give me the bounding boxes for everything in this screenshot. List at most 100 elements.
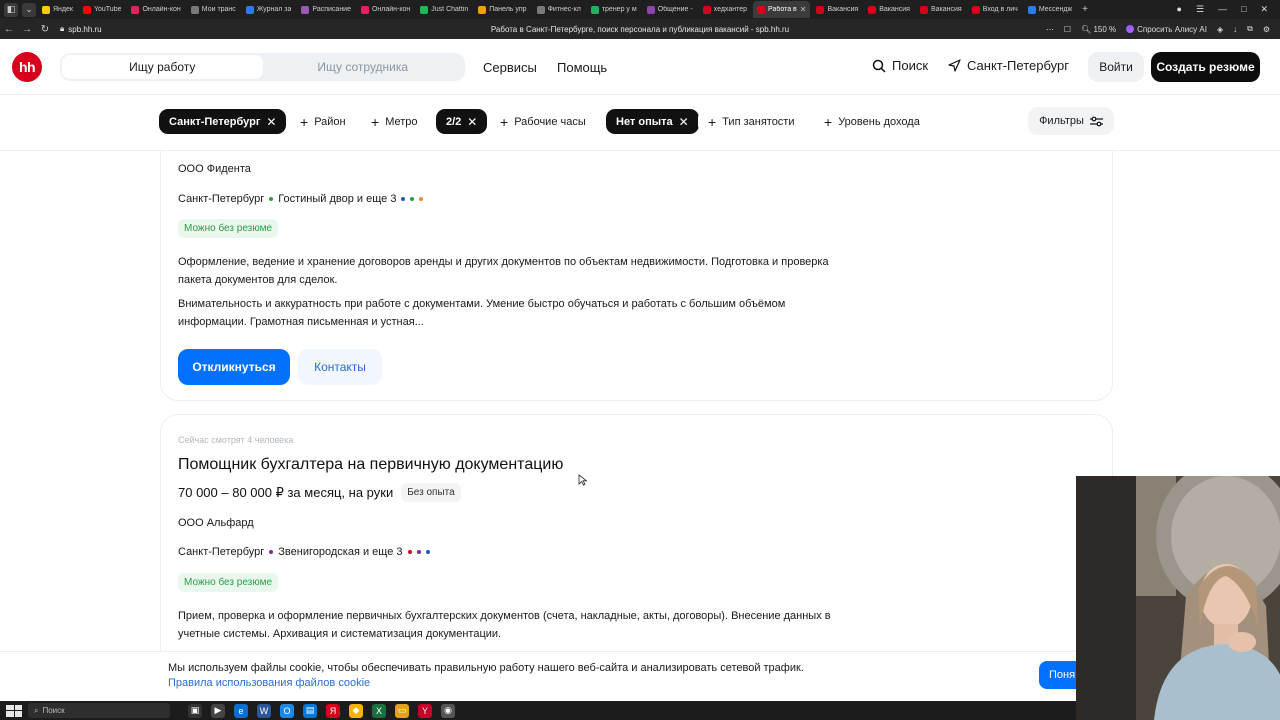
- word-icon[interactable]: W: [257, 703, 271, 718]
- browser-tab[interactable]: Вход в лич: [968, 1, 1022, 18]
- role-seeker-tab[interactable]: Ищу работу: [62, 55, 263, 79]
- role-employer-tab[interactable]: Ищу сотрудника: [263, 55, 464, 79]
- header-city[interactable]: Санкт-Петербург: [948, 58, 1069, 73]
- header-city-label: Санкт-Петербург: [967, 58, 1069, 73]
- apply-button[interactable]: Откликнуться: [178, 349, 290, 385]
- browser-tab[interactable]: Мои транс: [187, 1, 240, 18]
- plus-icon: +: [371, 113, 380, 130]
- maximize-icon[interactable]: □: [1241, 4, 1246, 15]
- edge-icon[interactable]: e: [234, 703, 248, 718]
- browser-tab[interactable]: Общение -: [643, 1, 697, 18]
- app-icon[interactable]: ◆: [349, 703, 363, 718]
- start-icon[interactable]: [6, 704, 22, 717]
- browser-tab[interactable]: Журнал за: [242, 1, 296, 18]
- contacts-button[interactable]: Контакты: [298, 349, 382, 385]
- taskbar-search[interactable]: ⌕ Поиск: [28, 703, 170, 718]
- browser-tab[interactable]: Работа в ✕: [753, 1, 811, 18]
- remove-icon[interactable]: ✕: [266, 115, 276, 129]
- search-icon: [872, 59, 886, 73]
- remove-icon[interactable]: ✕: [467, 115, 477, 129]
- webcam-video: [1076, 476, 1280, 720]
- tab-close-icon[interactable]: ✕: [800, 5, 807, 14]
- folder-icon[interactable]: ▭: [395, 703, 409, 718]
- search-icon: ⌕: [34, 705, 39, 715]
- vacancy-responsibilities: Оформление, ведение и хранение договоров…: [178, 256, 829, 286]
- company-name[interactable]: ООО Фидента: [178, 163, 251, 175]
- browser-tab[interactable]: Яндек: [38, 1, 77, 18]
- url-field[interactable]: 🔒︎ spb.hh.ru: [60, 24, 102, 34]
- filters-button-label: Фильтры: [1039, 115, 1084, 127]
- chip-work-hours[interactable]: + Рабочие часы: [490, 109, 596, 134]
- excel-icon[interactable]: X: [372, 703, 386, 718]
- media-player-icon[interactable]: ▶: [211, 703, 225, 718]
- chip-schedule[interactable]: 2/2 ✕: [436, 109, 488, 134]
- zoom-indicator[interactable]: 🔍︎ 150 %: [1081, 25, 1116, 34]
- browser-tab[interactable]: Вакансия: [864, 1, 914, 18]
- filters-button[interactable]: Фильтры: [1028, 107, 1114, 135]
- vacancy-title[interactable]: Помощник бухгалтера на первичную докумен…: [178, 456, 563, 474]
- browser-tab[interactable]: Вакансия: [916, 1, 966, 18]
- yandex-icon[interactable]: Я: [326, 703, 340, 718]
- yandex-browser-icon[interactable]: Y: [418, 703, 432, 718]
- browser-tab[interactable]: Онлайн-кон: [357, 1, 414, 18]
- tab-favicon-icon: [971, 5, 980, 14]
- outlook-icon[interactable]: O: [280, 703, 294, 718]
- browser-tab[interactable]: YouTube: [79, 1, 126, 18]
- chip-city[interactable]: Санкт-Петербург ✕: [159, 109, 287, 134]
- bookmark-icon[interactable]: ☐: [1064, 25, 1071, 34]
- reload-icon[interactable]: ↻: [36, 24, 54, 35]
- settings-icon[interactable]: ⚙: [1263, 25, 1270, 34]
- tab-favicon-icon: [82, 5, 91, 14]
- browser-tab[interactable]: Вакансия: [812, 1, 862, 18]
- plus-icon: +: [708, 113, 717, 130]
- vacancy-card: Сейчас смотрят 4 человека Помощник бухга…: [160, 414, 1113, 651]
- tab-favicon-icon: [131, 5, 140, 14]
- tabs-dropdown-icon[interactable]: ⌄: [22, 2, 36, 17]
- browser-menu-icon[interactable]: ◧: [4, 2, 18, 17]
- more-icon[interactable]: ⋯: [1046, 25, 1054, 34]
- help-link[interactable]: Помощь: [557, 60, 607, 75]
- browser-tab[interactable]: Панель упр: [474, 1, 530, 18]
- remove-icon[interactable]: ✕: [679, 115, 689, 129]
- chip-experience[interactable]: Нет опыта ✕: [606, 109, 699, 134]
- browser-tab[interactable]: хедхантер: [699, 1, 751, 18]
- browser-tab[interactable]: Онлайн-кон: [127, 1, 184, 18]
- tab-favicon-icon: [1027, 5, 1036, 14]
- extensions-icon[interactable]: ⧉: [1247, 24, 1253, 34]
- alice-button[interactable]: Спросить Алису AI: [1126, 25, 1207, 34]
- tab-label: Вакансия: [879, 6, 910, 13]
- store-icon[interactable]: ▤: [303, 703, 317, 718]
- back-icon[interactable]: ←: [0, 24, 18, 35]
- tab-favicon-icon: [702, 5, 711, 14]
- minimize-icon[interactable]: —: [1218, 4, 1227, 15]
- new-tab-button[interactable]: +: [1078, 1, 1092, 18]
- recorder-icon[interactable]: ◉: [441, 703, 455, 718]
- experience-badge: Без опыта: [401, 483, 461, 502]
- tab-label: тренер у м: [601, 6, 637, 13]
- login-button[interactable]: Войти: [1088, 52, 1144, 82]
- cookie-policy-link[interactable]: Правила использования файлов cookie: [168, 677, 370, 689]
- bookmarks-icon[interactable]: ☰: [1196, 4, 1204, 15]
- browser-tab[interactable]: Расписание: [297, 1, 355, 18]
- task-view-icon[interactable]: ▣: [188, 703, 202, 718]
- browser-tab[interactable]: Just Chattin: [416, 1, 472, 18]
- browser-tab[interactable]: тренер у м: [587, 1, 641, 18]
- salary-text: 70 000 – 80 000 ₽ за месяц, на руки: [178, 484, 394, 500]
- chip-employment-type[interactable]: + Тип занятости: [698, 109, 805, 134]
- chip-income-level[interactable]: + Уровень дохода: [814, 109, 930, 134]
- chip-district[interactable]: + Район: [290, 109, 356, 134]
- create-resume-button[interactable]: Создать резюме: [1151, 52, 1260, 82]
- profile-icon[interactable]: ●: [1177, 4, 1182, 15]
- close-window-icon[interactable]: ✕: [1260, 4, 1268, 15]
- services-link[interactable]: Сервисы: [483, 60, 537, 75]
- downloads-icon[interactable]: ↓: [1233, 25, 1237, 34]
- browser-tab[interactable]: Фитнес-кл: [533, 1, 585, 18]
- hh-logo[interactable]: hh: [12, 52, 42, 82]
- company-name[interactable]: ООО Альфард: [178, 517, 254, 529]
- chip-metro[interactable]: + Метро: [361, 109, 428, 134]
- extension-icon[interactable]: ◈: [1217, 25, 1223, 34]
- browser-tab[interactable]: Мессендж: [1024, 1, 1076, 18]
- tab-label: хедхантер: [713, 6, 748, 13]
- header-search[interactable]: Поиск: [872, 58, 928, 73]
- forward-icon[interactable]: →: [18, 24, 36, 35]
